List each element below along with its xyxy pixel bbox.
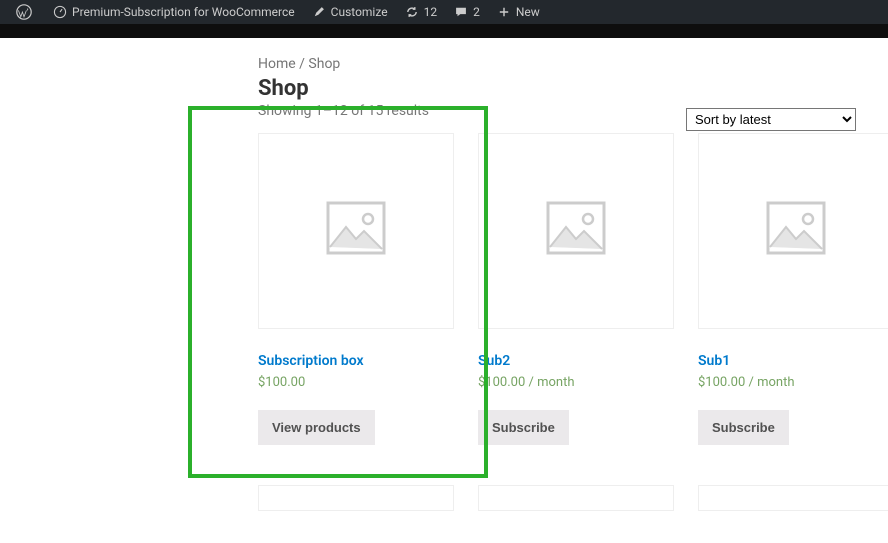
product-card: Sub1 $100.00 / month Subscribe [698,133,888,445]
site-name-link[interactable]: Premium-Subscription for WooCommerce [44,0,303,24]
comments-link[interactable]: 2 [445,0,488,24]
product-card: Subscription box $100.00 View products [258,133,454,445]
product-card [698,485,888,511]
product-card: Sub2 $100.00 / month Subscribe [478,133,674,445]
updates-count: 12 [424,5,438,19]
wordpress-icon [16,4,32,20]
product-title[interactable]: Sub1 [698,353,888,369]
wp-logo[interactable] [8,0,44,24]
product-image-link[interactable] [258,485,454,511]
product-image-link[interactable] [258,133,454,329]
product-title[interactable]: Sub2 [478,353,674,369]
breadcrumb-home[interactable]: Home [258,56,296,72]
placeholder-image-icon [324,197,388,265]
product-card [258,485,454,511]
customize-link[interactable]: Customize [303,0,396,24]
product-title[interactable]: Subscription box [258,353,454,369]
comments-count: 2 [473,5,480,19]
product-grid-row2 [258,485,856,511]
breadcrumb-current: Shop [308,56,340,72]
placeholder-image-icon [764,197,828,265]
page-body: Home / Shop Shop Showing 1–12 of 15 resu… [16,38,888,543]
product-image-link[interactable] [478,133,674,329]
new-label: New [516,5,540,19]
customize-label: Customize [331,5,388,19]
breadcrumb-sep: / [296,56,309,72]
product-image-link[interactable] [478,485,674,511]
updates-link[interactable]: 12 [396,0,446,24]
brush-icon [311,4,327,20]
product-card [478,485,674,511]
breadcrumb: Home / Shop [258,56,856,72]
product-image-link[interactable] [698,133,888,329]
wp-admin-bar: Premium-Subscription for WooCommerce Cus… [0,0,888,24]
sort-dropdown[interactable]: Sort by latest [686,108,856,131]
update-icon [404,4,420,20]
sub-bar [0,24,888,38]
subscribe-button[interactable]: Subscribe [478,410,569,445]
page-title: Shop [258,76,856,101]
new-link[interactable]: New [488,0,548,24]
subscribe-button[interactable]: Subscribe [698,410,789,445]
site-title: Premium-Subscription for WooCommerce [72,5,295,19]
product-image-link[interactable] [698,485,888,511]
comment-icon [453,4,469,20]
sort-dropdown-wrap: Sort by latest [686,108,856,131]
content-area: Home / Shop Shop Showing 1–12 of 15 resu… [258,56,856,511]
view-products-button[interactable]: View products [258,410,375,445]
placeholder-image-icon [544,197,608,265]
product-price: $100.00 / month [698,375,888,390]
product-price: $100.00 / month [478,375,674,390]
product-price: $100.00 [258,375,454,390]
product-grid: Subscription box $100.00 View products S… [258,133,856,445]
dashboard-icon [52,4,68,20]
plus-icon [496,4,512,20]
